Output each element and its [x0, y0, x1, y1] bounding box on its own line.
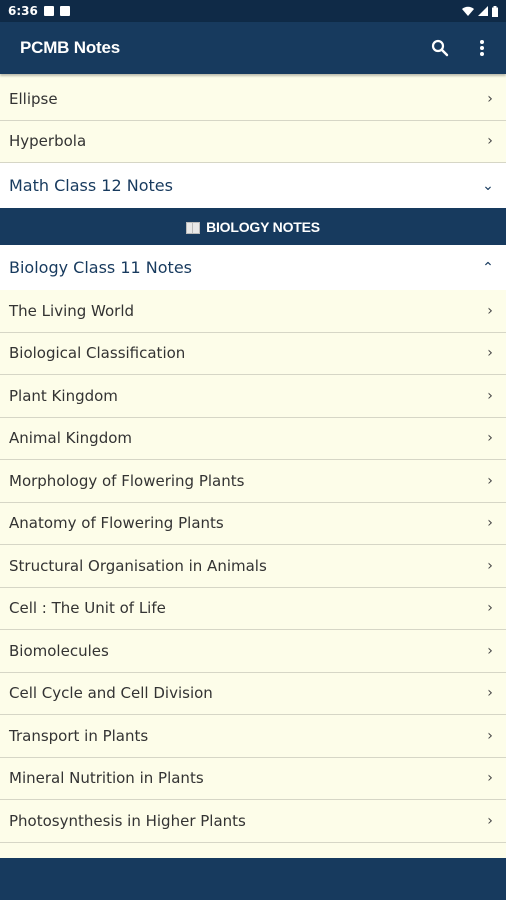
list-item[interactable]: Transport in Plants › — [0, 715, 506, 758]
list-item-label: Biomolecules — [9, 641, 109, 660]
bottom-bar — [0, 858, 506, 900]
signal-icon — [478, 6, 488, 16]
list-item-label: Mineral Nutrition in Plants — [9, 769, 204, 788]
list-item-label: Morphology of Flowering Plants — [9, 471, 245, 490]
list-item[interactable]: Cell : The Unit of Life › — [0, 587, 506, 630]
list-item-label: Biological Classification — [9, 344, 186, 363]
list-item[interactable]: Cell Cycle and Cell Division › — [0, 672, 506, 715]
list-item[interactable]: Plant Kingdom › — [0, 375, 506, 418]
chevron-right-icon: › — [487, 685, 493, 702]
group-header-math-class-12[interactable]: Math Class 12 Notes ⌄ — [0, 163, 506, 208]
group-header-biology-class-11[interactable]: Biology Class 11 Notes ⌃ — [0, 245, 506, 290]
app-title: PCMB Notes — [20, 38, 121, 57]
chevron-right-icon: › — [487, 302, 493, 319]
chevron-right-icon: › — [487, 387, 493, 404]
status-bar: 6:36 — [0, 0, 506, 22]
chevron-right-icon: › — [487, 472, 493, 489]
section-header-biology: BIOLOGY NOTES — [0, 208, 506, 245]
list-item-label: Ellipse — [9, 89, 58, 108]
chevron-up-icon: ⌃ — [482, 259, 494, 276]
list-item-label: Structural Organisation in Animals — [9, 556, 267, 575]
chevron-right-icon: › — [487, 557, 493, 574]
app-notification-icon — [59, 6, 70, 16]
battery-icon — [492, 5, 498, 17]
app-bar: PCMB Notes — [0, 22, 506, 74]
chevron-right-icon: › — [487, 515, 493, 532]
wifi-icon — [462, 6, 474, 16]
more-vert-icon[interactable] — [470, 36, 494, 60]
book-icon — [186, 221, 201, 234]
list-item[interactable]: Morphology of Flowering Plants › — [0, 460, 506, 503]
gallery-notification-icon — [43, 6, 54, 16]
group-header-label: Biology Class 11 Notes — [9, 258, 192, 277]
list-item[interactable]: Structural Organisation in Animals › — [0, 545, 506, 588]
list-item[interactable]: Mineral Nutrition in Plants › — [0, 757, 506, 800]
chevron-right-icon: › — [487, 812, 493, 829]
chevron-right-icon: › — [487, 727, 493, 744]
biology-class-11-items: The Living World › Biological Classificati… — [0, 290, 506, 843]
chevron-right-icon: › — [487, 345, 493, 362]
list-item-label: The Living World — [9, 301, 135, 320]
list-item-label: Transport in Plants — [9, 726, 149, 745]
section-header-label: BIOLOGY NOTES — [206, 218, 320, 235]
search-icon[interactable] — [428, 36, 452, 60]
chevron-right-icon: › — [487, 770, 493, 787]
list-item-hyperbola[interactable]: Hyperbola › — [0, 120, 506, 163]
list-item-label: Plant Kingdom — [9, 386, 118, 405]
list-item-label: Animal Kingdom — [9, 429, 133, 448]
list-item-label: Anatomy of Flowering Plants — [9, 514, 224, 533]
list-item[interactable]: Animal Kingdom › — [0, 417, 506, 460]
chevron-right-icon: › — [487, 600, 493, 617]
chevron-right-icon: › — [487, 642, 493, 659]
list-item-label: Cell : The Unit of Life — [9, 599, 166, 618]
group-header-label: Math Class 12 Notes — [9, 176, 173, 195]
list-item[interactable]: Anatomy of Flowering Plants › — [0, 502, 506, 545]
list-item-ellipse[interactable]: Ellipse › — [0, 78, 506, 121]
chevron-right-icon: › — [487, 430, 493, 447]
status-time: 6:36 — [8, 4, 38, 18]
list-item-label: Photosynthesis in Higher Plants — [9, 811, 246, 830]
list-item[interactable]: Biological Classification › — [0, 332, 506, 375]
list-item[interactable]: Biomolecules › — [0, 630, 506, 673]
list-item[interactable]: The Living World › — [0, 290, 506, 333]
notes-list: Ellipse › Hyperbola › Math Class 12 Note… — [0, 78, 506, 843]
chevron-right-icon: › — [487, 90, 493, 107]
list-item-label: Hyperbola — [9, 132, 87, 151]
list-item[interactable]: Photosynthesis in Higher Plants › — [0, 800, 506, 843]
chevron-right-icon: › — [487, 133, 493, 150]
list-item-label: Cell Cycle and Cell Division — [9, 684, 213, 703]
chevron-down-icon: ⌄ — [482, 177, 494, 194]
